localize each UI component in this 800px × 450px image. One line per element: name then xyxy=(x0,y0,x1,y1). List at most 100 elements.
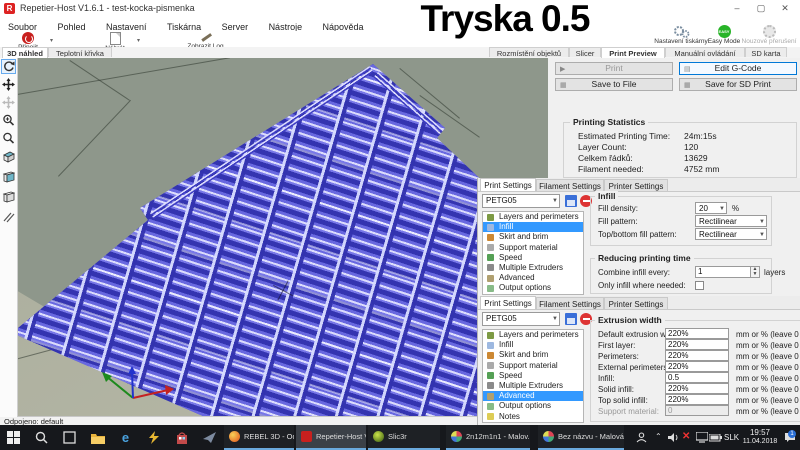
tab-print-settings[interactable]: Print Settings xyxy=(480,296,536,309)
move-object-button[interactable] xyxy=(2,96,15,109)
move-view-button[interactable] xyxy=(2,78,15,91)
tree-item-advanced[interactable]: Advanced xyxy=(483,273,583,283)
slic3r-icon xyxy=(373,431,384,442)
task-view-icon[interactable] xyxy=(62,430,77,445)
infill-icon xyxy=(487,342,494,349)
zoom-in-button[interactable] xyxy=(2,114,15,127)
output-icon xyxy=(487,285,494,292)
display-icon[interactable] xyxy=(694,430,709,445)
tree-item-support[interactable]: Support material xyxy=(483,361,583,371)
ew-input[interactable]: 220% xyxy=(665,394,729,405)
tree-item-notes[interactable]: Notes xyxy=(483,412,583,422)
tab-slicer[interactable]: Slicer xyxy=(569,47,601,57)
slicer-window-infill: Print Settings Filament Settings Printer… xyxy=(477,178,800,296)
infill-group-title: Infill xyxy=(595,191,618,201)
stat-value: 24m:15s xyxy=(684,131,717,141)
tree-item-output[interactable]: Output options xyxy=(483,401,583,411)
ew-input[interactable]: 220% xyxy=(665,383,729,394)
antivirus-x-icon[interactable]: ✕ xyxy=(682,431,690,442)
tree-item-skirt[interactable]: Skirt and brim xyxy=(483,350,583,360)
tree-item-skirt[interactable]: Skirt and brim xyxy=(483,232,583,242)
clock-time[interactable]: 19:57 xyxy=(745,428,775,437)
ew-input[interactable]: 220% xyxy=(665,339,729,350)
taskbar-window-repetier[interactable]: Repetier-Host V1.6... xyxy=(296,425,366,450)
emergency-stop-button[interactable]: Nouzové přerušení xyxy=(740,25,798,45)
save-for-sd-button[interactable]: ▦ Save for SD Print xyxy=(679,78,797,91)
parallel-projection-button[interactable] xyxy=(2,210,15,223)
taskbar-window-paint2[interactable]: Bez názvu - Malová... xyxy=(538,425,624,450)
edge-browser-icon[interactable]: e xyxy=(118,430,133,445)
edit-gcode-button[interactable]: ▤ Edit G-Code xyxy=(679,62,797,75)
fill-pattern-select[interactable]: Rectilinear▼ xyxy=(695,215,767,227)
tree-item-support[interactable]: Support material xyxy=(483,243,583,253)
tree-item-infill[interactable]: Infill xyxy=(483,340,583,350)
top-pattern-select[interactable]: Rectilinear▼ xyxy=(695,228,767,240)
zoom-button[interactable] xyxy=(2,132,15,145)
close-button[interactable]: ✕ xyxy=(774,0,796,16)
tree-item-notes[interactable]: Notes xyxy=(483,294,583,296)
tab-3d-view[interactable]: 3D náhled xyxy=(2,47,48,58)
chevron-up-icon[interactable]: ⌃ xyxy=(655,432,662,441)
store-icon[interactable] xyxy=(174,430,189,445)
ew-input[interactable]: 220% xyxy=(665,328,729,339)
clock-date[interactable]: 11.04.2018 xyxy=(740,438,780,445)
combine-infill-label: Combine infill every: xyxy=(598,268,670,277)
tab-print-preview[interactable]: Print Preview xyxy=(601,47,665,58)
ew-input[interactable]: 220% xyxy=(665,361,729,372)
paper-plane-app-icon[interactable] xyxy=(202,430,217,445)
tree-item-extruders[interactable]: Multiple Extruders xyxy=(483,263,583,273)
speaker-icon[interactable] xyxy=(666,430,681,445)
gcode-3d-viewport[interactable] xyxy=(0,58,548,417)
tab-print-settings[interactable]: Print Settings xyxy=(480,178,536,191)
save-profile-icon[interactable] xyxy=(565,195,577,207)
profile-select[interactable]: PETG05▼ xyxy=(482,194,560,208)
front-view-button[interactable] xyxy=(2,170,15,183)
save-profile-icon[interactable] xyxy=(565,313,577,325)
tab-filament-settings[interactable]: Filament Settings xyxy=(536,179,604,191)
taskbar-window-paint1[interactable]: 2n12m1n1 - Malov... xyxy=(446,425,530,450)
maximize-button[interactable]: ▢ xyxy=(750,0,772,16)
start-button[interactable] xyxy=(6,430,21,445)
rotate-view-button[interactable] xyxy=(2,60,15,73)
print-button[interactable]: ▶ Print xyxy=(555,62,673,75)
tab-temperature-curve[interactable]: Teplotní křivka xyxy=(48,47,112,57)
people-icon[interactable] xyxy=(634,430,649,445)
chevron-down-icon[interactable]: ▾ xyxy=(137,37,140,44)
chevron-down-icon[interactable]: ▾ xyxy=(50,37,53,44)
profile-select[interactable]: PETG05▼ xyxy=(482,312,560,326)
tab-filament-settings[interactable]: Filament Settings xyxy=(536,297,604,309)
lightning-app-icon[interactable] xyxy=(146,430,161,445)
tab-printer-settings[interactable]: Printer Settings xyxy=(604,297,668,309)
language-indicator[interactable]: SLK xyxy=(724,433,739,442)
search-icon[interactable] xyxy=(34,430,49,445)
only-infill-checkbox[interactable] xyxy=(695,281,704,290)
fill-density-input[interactable]: 20▼ xyxy=(695,202,727,214)
top-view-button[interactable] xyxy=(2,190,15,203)
tree-item-output[interactable]: Output options xyxy=(483,283,583,293)
combine-infill-input[interactable]: 1 xyxy=(695,266,751,278)
tree-item-speed[interactable]: Speed xyxy=(483,371,583,381)
chevron-down-icon: ▼ xyxy=(552,195,558,207)
file-explorer-icon[interactable] xyxy=(90,430,105,445)
tab-sd-card[interactable]: SD karta xyxy=(745,47,787,57)
taskbar-window-firefox[interactable]: REBEL 3D - Odeslat... xyxy=(224,425,294,450)
tab-object-placement[interactable]: Rozmístění objektů xyxy=(489,47,569,57)
tree-item-extruders[interactable]: Multiple Extruders xyxy=(483,381,583,391)
ew-input[interactable]: 0.5 xyxy=(665,372,729,383)
isometric-view-button[interactable] xyxy=(2,150,15,163)
ew-input[interactable]: 220% xyxy=(665,350,729,361)
taskbar-window-slic3r[interactable]: Slic3r xyxy=(368,425,440,450)
battery-icon[interactable] xyxy=(708,430,723,445)
tree-item-speed[interactable]: Speed xyxy=(483,253,583,263)
tree-item-layers[interactable]: Layers and perimeters xyxy=(483,330,583,340)
slicer-window-advanced: Print Settings Filament Settings Printer… xyxy=(477,296,800,425)
tree-item-layers[interactable]: Layers and perimeters xyxy=(483,212,583,222)
tree-item-infill[interactable]: Infill xyxy=(483,222,583,232)
tab-printer-settings[interactable]: Printer Settings xyxy=(604,179,668,191)
paint-icon xyxy=(451,431,462,442)
save-to-file-button[interactable]: ▦ Save to File xyxy=(555,78,673,91)
tree-item-advanced[interactable]: Advanced xyxy=(483,391,583,401)
tab-manual-control[interactable]: Manuální ovládání xyxy=(665,47,745,57)
minimize-button[interactable]: – xyxy=(726,0,748,16)
spinner-arrows[interactable]: ▲▼ xyxy=(751,266,760,278)
